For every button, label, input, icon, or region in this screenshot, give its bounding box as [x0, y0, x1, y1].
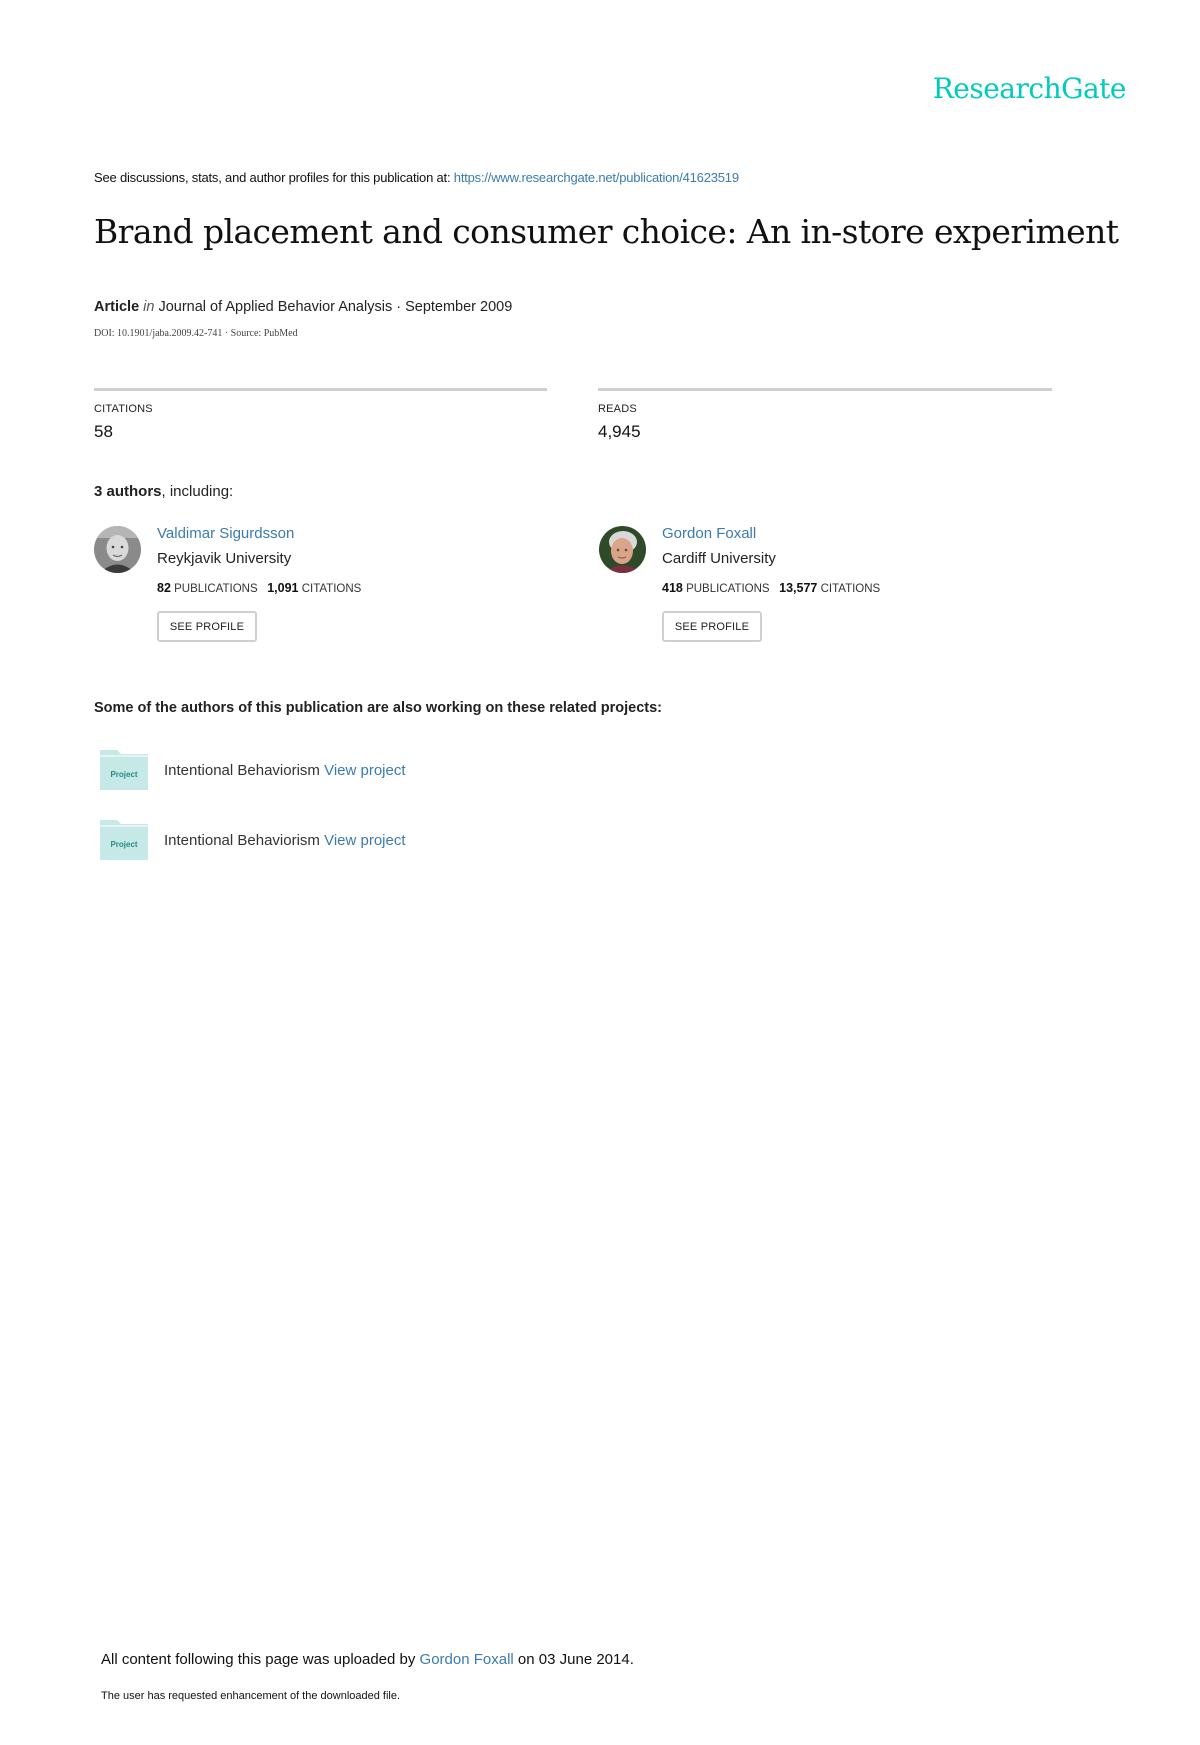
- project-row: Project Intentional Behaviorism View pro…: [99, 819, 406, 861]
- reads-label: READS: [598, 403, 637, 415]
- author-affiliation: Cardiff University: [662, 550, 776, 567]
- avatar-photo-icon: [599, 526, 646, 573]
- author-stats: 82 PUBLICATIONS 1,091 CITATIONS: [157, 581, 361, 595]
- project-name: Intentional Behaviorism: [164, 831, 320, 849]
- see-profile-button[interactable]: SEE PROFILE: [157, 611, 257, 642]
- upload-info: All content following this page was uplo…: [101, 1651, 634, 1668]
- project-folder-icon: Project: [99, 819, 149, 861]
- project-row: Project Intentional Behaviorism View pro…: [99, 749, 406, 791]
- authors-suffix: , including:: [161, 483, 234, 500]
- publication-type: Article: [94, 299, 140, 315]
- upload-prefix: All content following this page was uplo…: [101, 1651, 420, 1668]
- journal-date: Journal of Applied Behavior Analysis · S…: [158, 299, 513, 315]
- project-icon-label: Project: [110, 840, 138, 849]
- author-publications-label: PUBLICATIONS: [174, 583, 258, 595]
- author-publications-count: 418: [662, 581, 683, 595]
- upload-suffix: on 03 June 2014.: [513, 1651, 634, 1668]
- author-publications-count: 82: [157, 581, 171, 595]
- researchgate-logo[interactable]: ResearchGate: [933, 72, 1127, 105]
- author-stats: 418 PUBLICATIONS 13,577 CITATIONS: [662, 581, 880, 595]
- see-profile-button[interactable]: SEE PROFILE: [662, 611, 762, 642]
- author-citations-count: 13,577: [779, 581, 818, 595]
- publication-title: Brand placement and consumer choice: An …: [94, 212, 1119, 251]
- author-publications-label: PUBLICATIONS: [686, 583, 770, 595]
- reads-divider: [598, 388, 1052, 391]
- project-folder-icon: Project: [99, 749, 149, 791]
- author-citations-label: CITATIONS: [820, 583, 881, 595]
- author-citations-count: 1,091: [267, 581, 299, 595]
- avatar-photo-icon: [94, 526, 141, 573]
- author-citations-label: CITATIONS: [301, 583, 362, 595]
- project-icon-label: Project: [110, 770, 138, 779]
- author-affiliation: Reykjavik University: [157, 550, 292, 567]
- author-avatar[interactable]: [94, 526, 141, 573]
- doi-source: DOI: 10.1901/jaba.2009.42-741 · Source: …: [94, 328, 298, 339]
- project-text: Intentional Behaviorism View project: [164, 832, 406, 849]
- citations-value: 58: [94, 422, 113, 441]
- profile-info-line: See discussions, stats, and author profi…: [94, 170, 739, 185]
- publication-meta: Article in Journal of Applied Behavior Ana…: [94, 299, 512, 315]
- project-name: Intentional Behaviorism: [164, 761, 320, 779]
- see-text: See discussions, stats, and author profi…: [94, 170, 454, 185]
- in-label: in: [143, 299, 155, 315]
- related-projects-heading: Some of the authors of this publication …: [94, 700, 663, 716]
- enhancement-note: The user has requested enhancement of th…: [101, 1690, 401, 1702]
- view-project-link[interactable]: View project: [324, 832, 405, 849]
- uploader-link[interactable]: Gordon Foxall: [420, 1651, 514, 1668]
- project-text: Intentional Behaviorism View project: [164, 762, 406, 779]
- citations-label: CITATIONS: [94, 403, 153, 415]
- publication-url-link[interactable]: https://www.researchgate.net/publication…: [454, 170, 739, 185]
- authors-heading: 3 authors, including:: [94, 483, 233, 500]
- view-project-link[interactable]: View project: [324, 762, 405, 779]
- author-avatar[interactable]: [599, 526, 646, 573]
- reads-value: 4,945: [598, 422, 641, 441]
- authors-count: 3 authors: [94, 483, 162, 500]
- author-name-link[interactable]: Gordon Foxall: [662, 525, 756, 542]
- author-name-link[interactable]: Valdimar Sigurdsson: [157, 525, 294, 542]
- citations-divider: [94, 388, 547, 391]
